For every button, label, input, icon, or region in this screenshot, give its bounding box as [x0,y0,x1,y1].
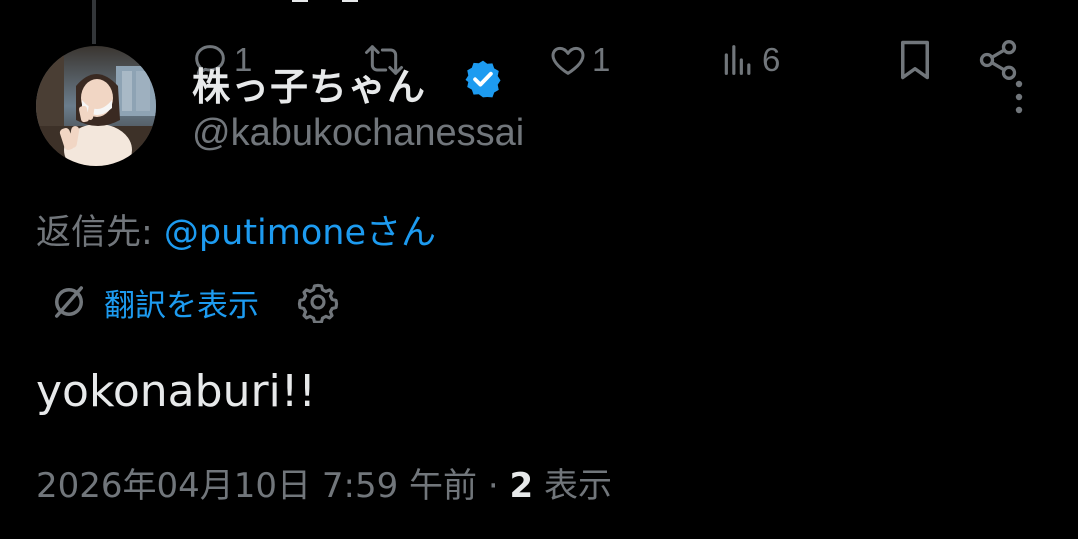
verified-badge-icon [462,58,504,100]
tweet-meta: 2026年04月10日 7:59 午前 · 2 表示 [36,458,612,507]
share-icon [979,40,1017,80]
translate-icon[interactable] [48,281,90,323]
views-icon [724,45,751,75]
translate-row: 翻訳を表示 [48,280,339,324]
thread-connector-line [92,0,96,44]
like-button[interactable]: 1 [548,32,610,88]
reply-to-line: 返信先: @putimoneさん [36,204,436,255]
like-icon [551,46,585,75]
user-avatar-photo-icon [36,46,156,166]
views-count: 6 [762,41,781,78]
views-button[interactable]: 6 [718,32,780,88]
reply-to-mention-link[interactable]: @putimoneさん [164,213,436,253]
more-icon [1015,80,1023,114]
reply-to-prefix: 返信先: [36,213,164,253]
meta-views-count: 2 [509,466,534,506]
more-options-button[interactable] [1010,78,1028,118]
bookmark-icon [901,40,929,80]
author-handle[interactable]: @kabukochanessai [192,112,524,155]
tweet-timestamp[interactable]: 2026年04月10日 7:59 午前 [36,466,477,506]
meta-views-label: 表示 [533,466,612,506]
tweet-text: yokonaburi!! [36,366,317,417]
meta-separator: · [477,466,510,506]
show-translation-link[interactable]: 翻訳を表示 [104,280,259,325]
gear-icon [297,283,339,323]
previous-post-fragment [292,0,412,2]
avatar[interactable] [36,46,156,166]
author-display-name[interactable]: 株っ子ちゃん [192,56,426,111]
bookmark-button[interactable] [894,32,936,88]
translation-settings-button[interactable] [297,281,339,323]
like-count: 1 [592,41,611,78]
